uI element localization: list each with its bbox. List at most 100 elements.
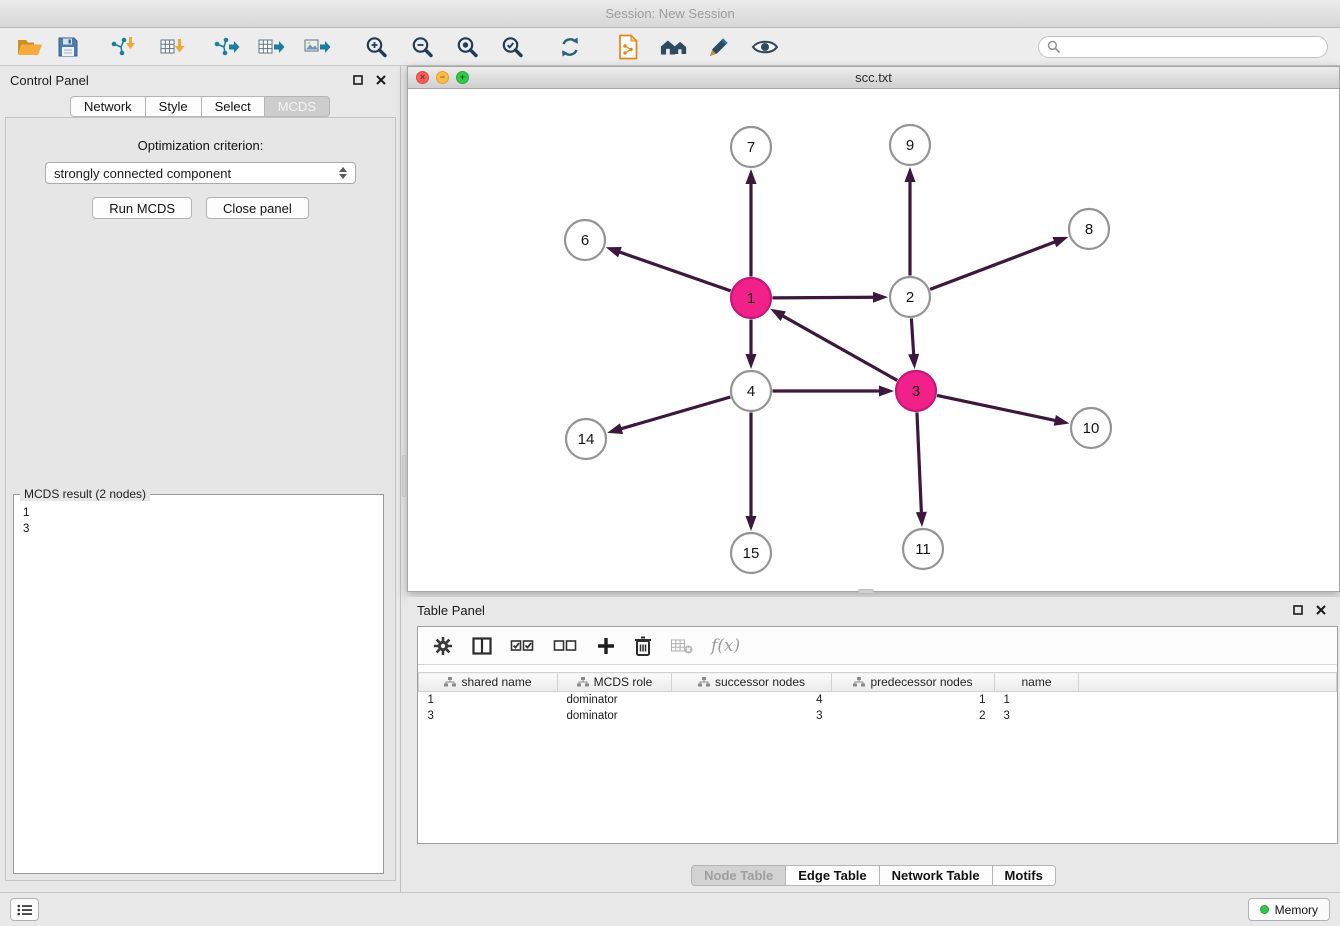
edge[interactable] bbox=[772, 297, 875, 298]
apply-style-icon bbox=[707, 35, 731, 59]
edge[interactable] bbox=[911, 318, 913, 356]
edge[interactable] bbox=[917, 412, 921, 514]
delete-column-button[interactable] bbox=[633, 631, 653, 661]
save-session-button[interactable] bbox=[54, 32, 82, 62]
edge-arrowhead bbox=[1052, 237, 1068, 247]
graph-node[interactable]: 1 bbox=[731, 278, 771, 318]
node-label: 10 bbox=[1083, 420, 1100, 437]
import-table-button[interactable] bbox=[158, 32, 186, 62]
graph-node[interactable]: 14 bbox=[566, 419, 606, 459]
export-image-button[interactable] bbox=[303, 32, 331, 62]
column-type-icon bbox=[577, 677, 589, 687]
graph-node[interactable]: 8 bbox=[1069, 209, 1109, 249]
column-header-predecessor-nodes[interactable]: predecessor nodes bbox=[832, 673, 995, 692]
column-header-mcds-role[interactable]: MCDS role bbox=[558, 673, 672, 692]
function-builder-button[interactable]: f(x) bbox=[711, 631, 740, 661]
float-panel-button[interactable] bbox=[349, 71, 367, 89]
column-header-name[interactable]: name bbox=[995, 673, 1079, 692]
node-label: 9 bbox=[906, 137, 914, 154]
home-button[interactable] bbox=[660, 32, 688, 62]
graph-node[interactable]: 2 bbox=[890, 277, 930, 317]
edge[interactable] bbox=[620, 397, 731, 429]
ui-settings-button[interactable] bbox=[10, 898, 39, 921]
node-label: 3 bbox=[912, 383, 920, 400]
vertical-splitter-handle[interactable] bbox=[402, 455, 406, 497]
graph-node[interactable]: 10 bbox=[1071, 408, 1111, 448]
tab-network-table[interactable]: Network Table bbox=[880, 865, 993, 886]
show-hide-button[interactable] bbox=[751, 32, 779, 62]
table-row[interactable]: 1dominator411 bbox=[419, 692, 1337, 708]
float-icon bbox=[1293, 605, 1303, 615]
edge[interactable] bbox=[781, 315, 897, 380]
tab-mcds[interactable]: MCDS bbox=[265, 96, 330, 117]
minimize-window-button[interactable]: − bbox=[436, 71, 449, 84]
delete-table-button[interactable] bbox=[670, 631, 694, 661]
graph-node[interactable]: 7 bbox=[731, 127, 771, 167]
table-settings-button[interactable] bbox=[432, 631, 454, 661]
tab-node-table[interactable]: Node Table bbox=[691, 865, 786, 886]
graph-node[interactable]: 9 bbox=[890, 125, 930, 165]
close-panel-push-button[interactable]: Close panel bbox=[206, 197, 309, 219]
refresh-button[interactable] bbox=[556, 32, 584, 62]
edge[interactable] bbox=[930, 241, 1056, 289]
export-network-button[interactable] bbox=[212, 32, 240, 62]
deselect-all-button[interactable] bbox=[553, 631, 579, 661]
tab-edge-table[interactable]: Edge Table bbox=[786, 865, 879, 886]
horizontal-splitter-handle[interactable] bbox=[858, 589, 874, 594]
close-panel-button[interactable] bbox=[372, 71, 390, 89]
graph-node[interactable]: 15 bbox=[731, 533, 771, 573]
apply-style-button[interactable] bbox=[705, 32, 733, 62]
edge[interactable] bbox=[618, 252, 731, 291]
graph-node[interactable]: 6 bbox=[565, 220, 605, 260]
close-icon bbox=[376, 75, 386, 85]
tab-motifs[interactable]: Motifs bbox=[993, 865, 1056, 886]
export-table-icon bbox=[257, 35, 285, 59]
memory-button[interactable]: Memory bbox=[1248, 898, 1330, 921]
node-label: 7 bbox=[747, 139, 755, 156]
tab-style[interactable]: Style bbox=[146, 96, 202, 117]
mcds-panel: Optimization criterion: strongly connect… bbox=[5, 117, 396, 881]
table-header-row: shared name MCDS role successor nodes pr… bbox=[419, 673, 1337, 692]
search-input[interactable] bbox=[1065, 40, 1319, 54]
close-table-panel-button[interactable] bbox=[1312, 601, 1330, 619]
tab-select[interactable]: Select bbox=[202, 96, 265, 117]
show-column-button[interactable] bbox=[471, 631, 493, 661]
column-header-successor-nodes[interactable]: successor nodes bbox=[672, 673, 832, 692]
close-window-button[interactable]: × bbox=[416, 71, 429, 84]
control-panel: Control Panel Network Style Select MCDS … bbox=[0, 66, 401, 892]
table-row[interactable]: 3dominator323 bbox=[419, 708, 1337, 724]
zoom-out-button[interactable] bbox=[408, 32, 436, 62]
export-table-button[interactable] bbox=[257, 32, 285, 62]
select-all-button[interactable] bbox=[510, 631, 536, 661]
tab-network[interactable]: Network bbox=[70, 96, 146, 117]
columns-icon bbox=[471, 635, 493, 657]
control-panel-title: Control Panel bbox=[10, 73, 89, 88]
create-column-button[interactable] bbox=[596, 631, 616, 661]
list-icon bbox=[17, 904, 33, 916]
zoom-in-button[interactable] bbox=[362, 32, 390, 62]
column-header-shared-name[interactable]: shared name bbox=[419, 673, 558, 692]
network-window: × − + scc.txt 1234678910111415 bbox=[407, 66, 1340, 592]
run-mcds-button[interactable]: Run MCDS bbox=[92, 197, 192, 219]
export-network-icon bbox=[212, 35, 240, 59]
graph-node[interactable]: 3 bbox=[896, 371, 936, 411]
search-box[interactable] bbox=[1038, 36, 1328, 58]
import-network-button[interactable] bbox=[108, 32, 136, 62]
graph-node[interactable]: 11 bbox=[903, 529, 943, 569]
graph-node[interactable]: 4 bbox=[731, 371, 771, 411]
open-file-button[interactable] bbox=[16, 32, 44, 62]
criterion-dropdown[interactable]: strongly connected component bbox=[45, 162, 356, 184]
close-icon bbox=[1316, 605, 1326, 615]
zoom-selected-button[interactable] bbox=[498, 32, 526, 62]
edge-arrowhead bbox=[606, 247, 622, 257]
edge[interactable] bbox=[937, 395, 1057, 420]
network-canvas[interactable]: 1 2 3 4 6 7 8 9 10 11 14 15 bbox=[408, 89, 1339, 591]
network-file-button[interactable] bbox=[614, 32, 642, 62]
float-table-panel-button[interactable] bbox=[1289, 601, 1307, 619]
zoom-fit-button[interactable] bbox=[453, 32, 481, 62]
edge-arrowhead bbox=[746, 354, 757, 369]
zoom-window-button[interactable]: + bbox=[456, 71, 469, 84]
mcds-result-line: 1 bbox=[23, 505, 373, 521]
main-toolbar bbox=[0, 28, 1340, 66]
zoom-fit-icon bbox=[455, 35, 479, 59]
